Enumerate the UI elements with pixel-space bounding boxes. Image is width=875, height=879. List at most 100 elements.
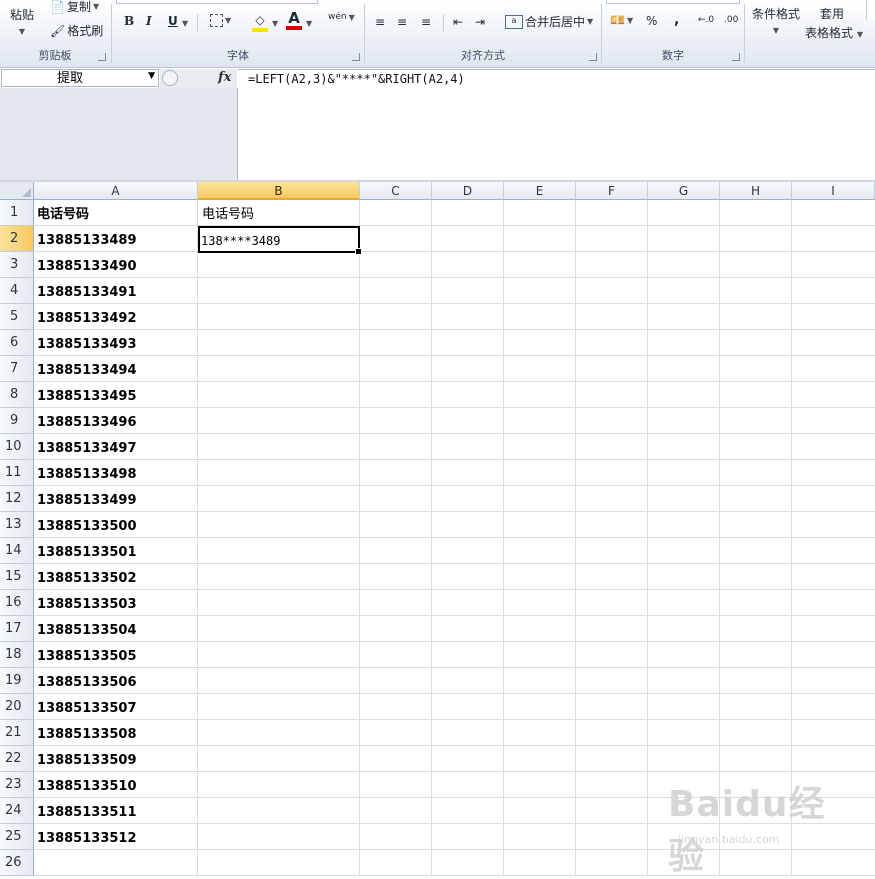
paste-button[interactable]: 粘贴 ▼ (10, 6, 34, 36)
cell-a2[interactable]: 13885133489 (37, 226, 137, 252)
select-all-button[interactable] (0, 182, 34, 200)
cell-a18[interactable]: 13885133505 (37, 642, 137, 668)
accounting-format-button[interactable]: 💴 ▼ (610, 12, 633, 28)
cell-a7[interactable]: 13885133494 (37, 356, 137, 382)
row-header[interactable]: 8 (0, 382, 34, 408)
row-header[interactable]: 21 (0, 720, 34, 746)
row-header[interactable]: 4 (0, 278, 34, 304)
insert-function-icon[interactable]: fx (218, 70, 231, 85)
row-header[interactable]: 22 (0, 746, 34, 772)
fill-color-button[interactable]: ◇ (252, 12, 268, 32)
chevron-down-icon[interactable]: ▼ (306, 19, 312, 28)
conditional-format-button[interactable]: 条件格式 ▼ (752, 5, 800, 35)
cell-a21[interactable]: 13885133508 (37, 720, 137, 746)
row-header[interactable]: 18 (0, 642, 34, 668)
row-header[interactable]: 10 (0, 434, 34, 460)
dialog-launcher-icon[interactable] (732, 53, 740, 61)
cell-a13[interactable]: 13885133500 (37, 512, 137, 538)
cell-a6[interactable]: 13885133493 (37, 330, 137, 356)
column-header-e[interactable]: E (504, 182, 576, 200)
underline-button[interactable]: U (168, 14, 178, 28)
cell-a1[interactable]: 电话号码 (37, 200, 89, 226)
row-header[interactable]: 14 (0, 538, 34, 564)
cell-a15[interactable]: 13885133502 (37, 564, 137, 590)
chevron-down-icon[interactable]: ▼ (272, 19, 278, 28)
cell-a22[interactable]: 13885133509 (37, 746, 137, 772)
cell-a4[interactable]: 13885133491 (37, 278, 137, 304)
cell-a19[interactable]: 13885133506 (37, 668, 137, 694)
active-cell-cursor[interactable] (198, 226, 362, 255)
row-header[interactable]: 11 (0, 460, 34, 486)
spreadsheet-grid[interactable]: ABCDEFGHI 1 电话号码 电话号码 2 13885133489 138****34… (0, 182, 875, 876)
increase-decimal-button[interactable]: ←.0 (698, 15, 714, 25)
cell-a3[interactable]: 13885133490 (37, 252, 137, 278)
cell-a14[interactable]: 13885133501 (37, 538, 137, 564)
bold-button[interactable]: B (124, 14, 134, 28)
formula-input[interactable]: =LEFT(A2,3)&"****"&RIGHT(A2,4) (238, 69, 875, 180)
cell-a17[interactable]: 13885133504 (37, 616, 137, 642)
cell-a10[interactable]: 13885133497 (37, 434, 137, 460)
cell-a16[interactable]: 13885133503 (37, 590, 137, 616)
font-name-combo[interactable] (116, 0, 318, 4)
cell-a25[interactable]: 13885133512 (37, 824, 137, 850)
increase-indent-button[interactable]: ⇥ (475, 14, 485, 30)
resize-handle-icon[interactable] (162, 70, 178, 86)
cell-a8[interactable]: 13885133495 (37, 382, 137, 408)
row-header[interactable]: 13 (0, 512, 34, 538)
column-header-i[interactable]: I (792, 182, 875, 200)
decrease-decimal-button[interactable]: .00 (724, 15, 738, 25)
percent-button[interactable]: % (646, 14, 657, 28)
row-header[interactable]: 16 (0, 590, 34, 616)
cell-a23[interactable]: 13885133510 (37, 772, 137, 798)
column-header-d[interactable]: D (432, 182, 504, 200)
chevron-down-icon[interactable]: ▼ (148, 71, 155, 81)
decrease-indent-button[interactable]: ⇤ (453, 14, 463, 30)
align-left-button[interactable]: ≡ (375, 14, 385, 30)
row-header[interactable]: 24 (0, 798, 34, 824)
italic-button[interactable]: I (146, 14, 152, 28)
row-header[interactable]: 23 (0, 772, 34, 798)
column-header-g[interactable]: G (648, 182, 720, 200)
cell-styles-gallery[interactable] (866, 0, 875, 20)
column-header-c[interactable]: C (360, 182, 432, 200)
column-header-a[interactable]: A (34, 182, 198, 200)
name-box[interactable]: 提取 ▼ (1, 69, 159, 87)
dialog-launcher-icon[interactable] (589, 53, 597, 61)
cell-a20[interactable]: 13885133507 (37, 694, 137, 720)
row-header[interactable]: 6 (0, 330, 34, 356)
cell-a9[interactable]: 13885133496 (37, 408, 137, 434)
column-header-f[interactable]: F (576, 182, 648, 200)
row-header[interactable]: 15 (0, 564, 34, 590)
row-header[interactable]: 12 (0, 486, 34, 512)
row-header[interactable]: 5 (0, 304, 34, 330)
borders-button[interactable]: ▼ (210, 14, 231, 27)
cell-a11[interactable]: 13885133498 (37, 460, 137, 486)
row-header[interactable]: 2 (0, 226, 34, 252)
cell-a5[interactable]: 13885133492 (37, 304, 137, 330)
format-painter-button[interactable]: 🖌 格式刷 (50, 22, 103, 39)
chevron-down-icon[interactable]: ▼ (182, 19, 188, 28)
row-header[interactable]: 26 (0, 850, 34, 876)
number-format-combo[interactable] (606, 0, 740, 4)
cell-a12[interactable]: 13885133499 (37, 486, 137, 512)
comma-button[interactable]: , (674, 12, 679, 28)
merge-center-button[interactable]: a 合并后居中 ▼ (505, 13, 593, 30)
dialog-launcher-icon[interactable] (352, 53, 360, 61)
row-header[interactable]: 25 (0, 824, 34, 850)
phonetic-guide-button[interactable]: wén ▼ (328, 12, 355, 22)
column-header-b[interactable]: B (198, 182, 360, 200)
row-header[interactable]: 7 (0, 356, 34, 382)
align-right-button[interactable]: ≡ (421, 14, 431, 30)
row-header[interactable]: 17 (0, 616, 34, 642)
copy-button[interactable]: 📄 复制 ▼ (50, 0, 99, 15)
fill-handle[interactable] (355, 248, 362, 255)
align-center-button[interactable]: ≡ (397, 14, 407, 30)
font-color-button[interactable]: A (286, 10, 302, 30)
column-header-h[interactable]: H (720, 182, 792, 200)
row-header[interactable]: 3 (0, 252, 34, 278)
row-header[interactable]: 9 (0, 408, 34, 434)
cell-b1[interactable]: 电话号码 (202, 200, 254, 226)
format-as-table-button[interactable]: 套用 表格格式 ▼ (805, 5, 863, 41)
row-header[interactable]: 20 (0, 694, 34, 720)
row-header[interactable]: 1 (0, 200, 34, 226)
